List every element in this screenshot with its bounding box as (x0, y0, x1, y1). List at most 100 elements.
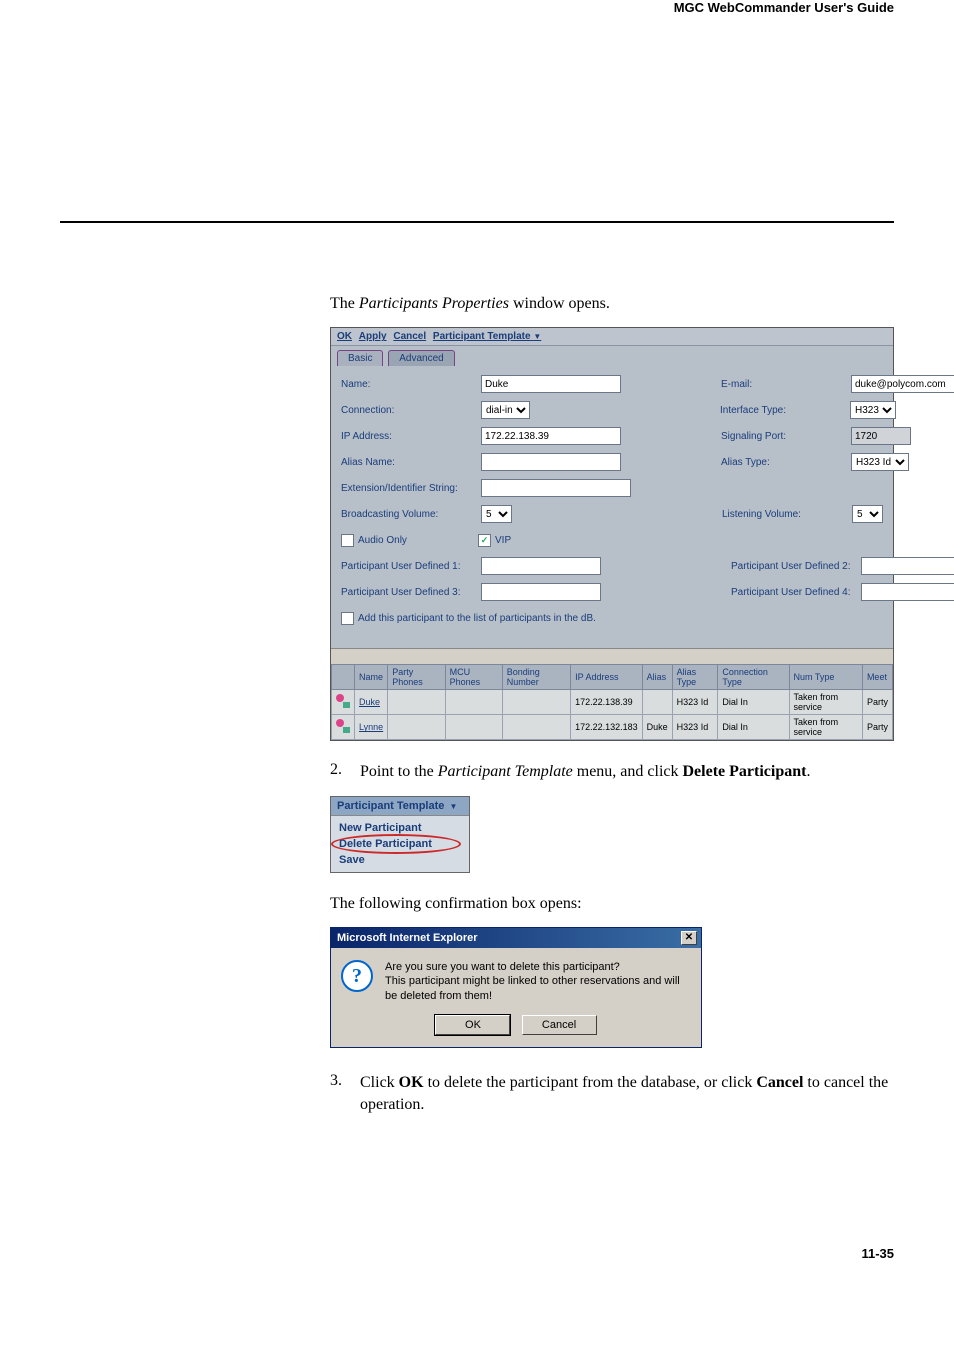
email-input[interactable] (851, 375, 954, 393)
person-icon (336, 719, 350, 733)
grid-header-alias[interactable]: Alias (642, 665, 672, 690)
row-alias-type: H323 Id (672, 715, 718, 740)
dialog-buttons: OK Cancel (331, 1015, 701, 1047)
participant-properties-window: OK Apply Cancel Participant Template ▼ B… (330, 327, 894, 741)
listening-volume-select[interactable]: 5 (852, 505, 883, 523)
grid-header-conn-type[interactable]: Connection Type (718, 665, 789, 690)
menu-item-new-participant[interactable]: New Participant (331, 820, 469, 836)
row-conn-type: Dial In (718, 715, 789, 740)
ok-button[interactable]: OK (337, 331, 352, 342)
apply-button[interactable]: Apply (359, 331, 387, 342)
row-icon (332, 690, 355, 715)
dialog-text: Are you sure you want to delete this par… (385, 960, 691, 1003)
menu-item-delete-participant[interactable]: Delete Participant (331, 836, 469, 852)
grid-header-num-type[interactable]: Num Type (789, 665, 862, 690)
interface-type-select[interactable]: H323 (850, 401, 896, 419)
tab-advanced[interactable]: Advanced (388, 350, 454, 366)
tabs: Basic Advanced (331, 346, 893, 366)
dialog-cancel-button[interactable]: Cancel (522, 1015, 597, 1035)
form-area: Name: E-mail: Connection: dial-in Interf… (331, 366, 893, 648)
question-icon: ? (341, 960, 373, 992)
row-num-type: Taken from service (789, 715, 862, 740)
listening-volume-label: Listening Volume: (722, 509, 852, 520)
row-alias-type: H323 Id (672, 690, 718, 715)
table-row[interactable]: Duke 172.22.138.39 H323 Id Dial In Taken… (332, 690, 893, 715)
row-alias (642, 690, 672, 715)
row-ip: 172.22.132.183 (571, 715, 643, 740)
step-3: 3. Click OK to delete the participant fr… (330, 1072, 894, 1117)
alias-type-select[interactable]: H323 Id (851, 453, 909, 471)
ip-address-label: IP Address: (341, 431, 481, 442)
extension-input[interactable] (481, 479, 631, 497)
vip-checkbox[interactable] (478, 534, 491, 547)
alias-name-label: Alias Name: (341, 457, 481, 468)
table-row[interactable]: Lynne 172.22.132.183 Duke H323 Id Dial I… (332, 715, 893, 740)
toolbar: OK Apply Cancel Participant Template ▼ (331, 328, 893, 346)
vip-label: VIP (495, 535, 535, 546)
dialog-ok-button[interactable]: OK (435, 1015, 510, 1035)
horizontal-scrollbar[interactable] (331, 648, 893, 664)
row-party-phones (388, 715, 445, 740)
add-to-db-checkbox[interactable] (341, 612, 354, 625)
row-mcu-phones (445, 715, 502, 740)
signaling-port-label: Signaling Port: (721, 431, 851, 442)
menu-body: New Participant Delete Participant Save (331, 816, 469, 872)
name-input[interactable] (481, 375, 621, 393)
grid-header-name[interactable]: Name (355, 665, 388, 690)
row-meet: Party (862, 715, 892, 740)
dialog-title-text: Microsoft Internet Explorer (337, 932, 478, 944)
participant-template-menu[interactable]: Participant Template ▼ (433, 331, 541, 342)
user-defined-1-input[interactable] (481, 557, 601, 575)
row-mcu-phones (445, 690, 502, 715)
audio-only-checkbox[interactable] (341, 534, 354, 547)
interface-type-label: Interface Type: (720, 405, 850, 416)
chevron-down-icon: ▼ (449, 802, 457, 811)
connection-label: Connection: (341, 405, 481, 416)
user-defined-4-label: Participant User Defined 4: (731, 587, 861, 598)
dialog-titlebar: Microsoft Internet Explorer ✕ (331, 928, 701, 948)
add-to-db-label: Add this participant to the list of part… (358, 613, 596, 624)
grid-header-mcu-phones[interactable]: MCU Phones (445, 665, 502, 690)
user-defined-3-input[interactable] (481, 583, 601, 601)
alias-type-label: Alias Type: (721, 457, 851, 468)
grid-header-meet[interactable]: Meet (862, 665, 892, 690)
user-defined-2-label: Participant User Defined 2: (731, 561, 861, 572)
page-header: MGC WebCommander User's Guide (674, 0, 894, 15)
broadcasting-volume-select[interactable]: 5 (481, 505, 512, 523)
dialog-body: ? Are you sure you want to delete this p… (331, 948, 701, 1015)
row-name-link[interactable]: Lynne (359, 722, 383, 732)
confirmation-dialog: Microsoft Internet Explorer ✕ ? Are you … (330, 927, 702, 1048)
user-defined-4-input[interactable] (861, 583, 954, 601)
row-name-link[interactable]: Duke (359, 697, 380, 707)
user-defined-3-label: Participant User Defined 3: (341, 587, 481, 598)
person-icon (336, 694, 350, 708)
ip-address-input[interactable] (481, 427, 621, 445)
cancel-button[interactable]: Cancel (393, 331, 426, 342)
extension-label: Extension/Identifier String: (341, 483, 481, 494)
participants-grid: Name Party Phones MCU Phones Bonding Num… (331, 664, 893, 740)
row-bonding (502, 690, 570, 715)
signaling-port-input (851, 427, 911, 445)
opening-line: The Participants Properties window opens… (330, 293, 894, 315)
row-bonding (502, 715, 570, 740)
user-defined-2-input[interactable] (861, 557, 954, 575)
close-icon[interactable]: ✕ (681, 931, 697, 945)
row-conn-type: Dial In (718, 690, 789, 715)
participant-template-menu-snippet: Participant Template ▼ New Participant D… (330, 796, 470, 873)
name-label: Name: (341, 379, 481, 390)
row-icon (332, 715, 355, 740)
step-2: 2. Point to the Participant Template men… (330, 761, 894, 783)
grid-header-alias-type[interactable]: Alias Type (672, 665, 718, 690)
menu-header[interactable]: Participant Template ▼ (331, 797, 469, 816)
email-label: E-mail: (721, 379, 851, 390)
alias-name-input[interactable] (481, 453, 621, 471)
chevron-down-icon: ▼ (533, 332, 541, 341)
grid-header-ip[interactable]: IP Address (571, 665, 643, 690)
grid-header-bonding[interactable]: Bonding Number (502, 665, 570, 690)
menu-item-save[interactable]: Save (331, 852, 469, 868)
connection-select[interactable]: dial-in (481, 401, 530, 419)
grid-header-party-phones[interactable]: Party Phones (388, 665, 445, 690)
row-party-phones (388, 690, 445, 715)
tab-basic[interactable]: Basic (337, 350, 383, 366)
header-rule (60, 221, 894, 223)
